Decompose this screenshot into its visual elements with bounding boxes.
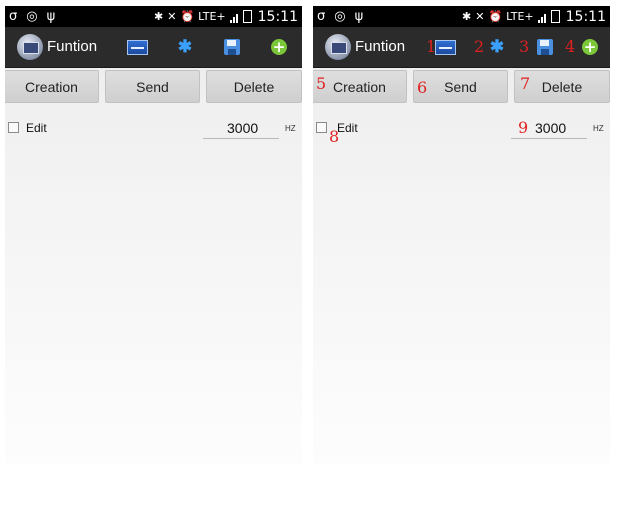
frequency-unit: HZ	[593, 124, 604, 133]
action-bar: Funtion ✱ + 1 2 3 4	[313, 27, 610, 68]
waveform-button[interactable]	[433, 35, 457, 59]
app-icon[interactable]	[17, 34, 43, 60]
add-button[interactable]: +	[578, 35, 602, 59]
alarm-icon: ⏰	[180, 10, 195, 23]
edit-row: Edit 3000 HZ	[5, 118, 302, 142]
add-button[interactable]: +	[267, 35, 291, 59]
network-type: LTE+	[198, 10, 226, 23]
delete-button[interactable]: Delete	[206, 70, 302, 103]
edit-row: Edit 8 3000 9 HZ	[313, 118, 610, 146]
app-title: Funtion	[47, 38, 98, 55]
battery-icon	[242, 10, 252, 23]
signal-icon	[229, 10, 239, 23]
creation-button[interactable]: Creation	[5, 70, 99, 103]
annotation-8: 8	[329, 127, 340, 146]
circle-icon: ◎	[26, 9, 38, 24]
frequency-input[interactable]: 3000	[203, 118, 279, 139]
creation-button[interactable]: Creation	[313, 70, 407, 103]
save-button[interactable]	[533, 35, 557, 59]
edit-label: Edit	[337, 121, 358, 135]
add-icon: +	[582, 38, 598, 56]
app-icon[interactable]	[325, 34, 351, 60]
signal-icon	[537, 10, 547, 23]
edit-checkbox[interactable]	[316, 122, 327, 133]
app-title: Funtion	[355, 38, 406, 55]
annotation-7: 7	[520, 74, 531, 93]
save-icon	[224, 39, 240, 55]
bluetooth-icon: ✱	[177, 37, 193, 56]
bluetooth-icon: ✱	[154, 10, 164, 23]
button-row: Creation Send Delete	[5, 70, 302, 104]
g-logo-icon: σ	[317, 9, 326, 24]
frequency-unit: HZ	[285, 124, 296, 133]
waveform-icon	[126, 39, 148, 55]
circle-icon: ◎	[334, 9, 346, 24]
screen-left: σ ◎ ψ ✱ ✕ ⏰ LTE+ 15:11 Funtion ✱ + Creat…	[5, 6, 302, 464]
bluetooth-icon: ✱	[489, 37, 505, 56]
mute-icon: ✕	[167, 10, 177, 23]
battery-icon	[550, 10, 560, 23]
annotation-2: 2	[474, 37, 485, 56]
status-bar: σ ◎ ψ ✱ ✕ ⏰ LTE+ 15:11	[5, 6, 302, 27]
bluetooth-button[interactable]: ✱	[173, 35, 197, 59]
annotation-1: 1	[426, 37, 437, 56]
usb-icon: ψ	[46, 9, 56, 24]
annotation-4: 4	[565, 37, 576, 56]
waveform-icon	[434, 39, 456, 55]
network-type: LTE+	[506, 10, 534, 23]
send-button[interactable]: Send	[105, 70, 200, 103]
save-button[interactable]	[220, 35, 244, 59]
button-row: Creation Send Delete 5 6 7	[313, 70, 610, 104]
clock: 15:11	[565, 8, 606, 25]
bluetooth-icon: ✱	[462, 10, 472, 23]
annotation-5: 5	[316, 74, 327, 93]
annotation-3: 3	[519, 37, 530, 56]
frequency-value: 3000	[227, 120, 259, 136]
alarm-icon: ⏰	[488, 10, 503, 23]
g-logo-icon: σ	[9, 9, 18, 24]
waveform-button[interactable]	[125, 35, 149, 59]
annotation-6: 6	[417, 78, 428, 97]
edit-checkbox[interactable]	[8, 122, 19, 133]
clock: 15:11	[257, 8, 298, 25]
frequency-value: 3000	[535, 120, 567, 136]
annotation-9: 9	[518, 118, 529, 137]
save-icon	[537, 39, 553, 55]
add-icon: +	[271, 38, 287, 56]
mute-icon: ✕	[475, 10, 485, 23]
usb-icon: ψ	[354, 9, 364, 24]
action-bar: Funtion ✱ +	[5, 27, 302, 68]
edit-label: Edit	[26, 121, 47, 135]
bluetooth-button[interactable]: ✱	[485, 35, 509, 59]
screen-right-annotated: σ ◎ ψ ✱ ✕ ⏰ LTE+ 15:11 Funtion ✱ + 1 2 3…	[313, 6, 610, 464]
send-button[interactable]: Send	[413, 70, 508, 103]
status-bar: σ ◎ ψ ✱ ✕ ⏰ LTE+ 15:11	[313, 6, 610, 27]
